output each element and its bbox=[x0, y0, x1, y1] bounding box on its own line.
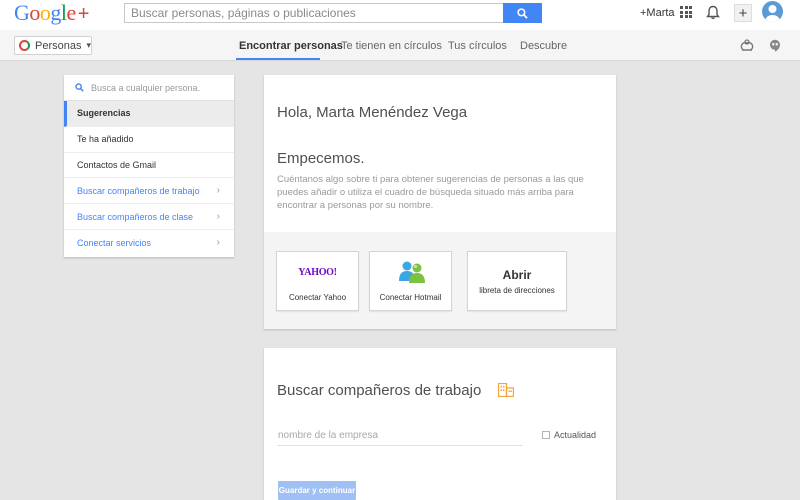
company-name-input[interactable] bbox=[277, 426, 523, 446]
yahoo-logo: YAHOO! bbox=[298, 267, 337, 278]
sidebar-search[interactable]: Busca a cualquier persona. bbox=[64, 75, 234, 101]
active-tab-indicator bbox=[236, 58, 320, 60]
section-label: Personas bbox=[34, 39, 82, 52]
user-silhouette-icon bbox=[765, 5, 780, 22]
find-coworkers-title: Buscar compañeros de trabajo bbox=[277, 382, 482, 399]
apps-grid-icon[interactable] bbox=[680, 6, 692, 18]
sidebar-item-find-classmates[interactable]: Buscar compañeros de clase › bbox=[64, 204, 234, 230]
connect-yahoo-button[interactable]: YAHOO! Conectar Yahoo bbox=[276, 251, 359, 311]
get-started-description: Cuéntanos algo sobre ti para obtener sug… bbox=[277, 174, 584, 211]
connect-yahoo-label: Conectar Yahoo bbox=[288, 293, 347, 302]
sub-navigation: Personas ▾ Encontrar personas Te tienen … bbox=[0, 30, 800, 61]
sidebar-item-added-you[interactable]: Te ha añadido bbox=[64, 127, 234, 153]
google-plus-logo[interactable]: Google + bbox=[14, 0, 89, 27]
circles-icon[interactable] bbox=[740, 39, 754, 52]
sidebar-item-connect-services[interactable]: Conectar servicios › bbox=[64, 230, 234, 256]
chevron-right-icon: › bbox=[216, 236, 220, 248]
current-employer-checkbox[interactable] bbox=[542, 431, 550, 439]
save-continue-button[interactable]: Guardar y continuar bbox=[278, 481, 356, 500]
connect-hotmail-button[interactable]: Conectar Hotmail bbox=[369, 251, 452, 311]
notifications-bell-icon[interactable] bbox=[706, 5, 720, 20]
chevron-right-icon: › bbox=[216, 185, 220, 197]
building-icon bbox=[498, 383, 514, 397]
sidebar-search-placeholder: Busca a cualquier persona. bbox=[91, 82, 201, 93]
user-profile-link[interactable]: +Marta bbox=[640, 7, 675, 19]
sidebar-item-gmail-contacts[interactable]: Contactos de Gmail bbox=[64, 153, 234, 179]
greeting-title: Hola, Marta Menéndez Vega bbox=[277, 104, 468, 121]
search-button[interactable] bbox=[503, 3, 542, 23]
avatar[interactable] bbox=[762, 1, 783, 22]
sidebar-item-suggestions[interactable]: Sugerencias bbox=[64, 101, 234, 127]
sidebar-item-find-coworkers[interactable]: Buscar compañeros de trabajo › bbox=[64, 178, 234, 205]
tab-discover[interactable]: Descubre bbox=[520, 40, 567, 52]
current-employer-label: Actualidad bbox=[554, 430, 597, 440]
chevron-down-icon: ▾ bbox=[86, 40, 91, 50]
search-icon bbox=[517, 7, 528, 19]
search-input[interactable] bbox=[125, 4, 503, 22]
people-sidebar: Busca a cualquier persona. Sugerencias T… bbox=[64, 75, 234, 257]
provider-area: YAHOO! Conectar Yahoo Conectar Hotmail A… bbox=[264, 232, 616, 329]
search-box[interactable] bbox=[124, 3, 504, 23]
open-address-book-subtitle: libreta de direcciones bbox=[479, 286, 555, 295]
share-plus-button[interactable]: + bbox=[734, 4, 752, 22]
tab-have-you-in-circles[interactable]: Te tienen en círculos bbox=[341, 40, 442, 52]
tab-your-circles[interactable]: Tus círculos bbox=[448, 40, 507, 52]
top-bar: Google+ +Marta + bbox=[0, 0, 800, 30]
chevron-right-icon: › bbox=[216, 211, 220, 223]
section-switcher[interactable]: Personas ▾ bbox=[14, 36, 92, 55]
hangouts-icon[interactable] bbox=[769, 39, 781, 52]
tab-find-people[interactable]: Encontrar personas bbox=[239, 40, 343, 52]
welcome-card: Hola, Marta Menéndez Vega Empecemos. Cué… bbox=[264, 75, 616, 329]
messenger-people-icon bbox=[399, 261, 425, 283]
connect-hotmail-label: Conectar Hotmail bbox=[379, 293, 442, 302]
open-address-book-title: Abrir bbox=[502, 268, 532, 282]
find-coworkers-card: Buscar compañeros de trabajo Actualidad … bbox=[264, 348, 616, 500]
search-icon bbox=[75, 83, 84, 92]
people-section-icon bbox=[19, 40, 30, 51]
get-started-heading: Empecemos. bbox=[277, 150, 365, 167]
open-address-book-button[interactable]: Abrir libreta de direcciones bbox=[467, 251, 567, 311]
